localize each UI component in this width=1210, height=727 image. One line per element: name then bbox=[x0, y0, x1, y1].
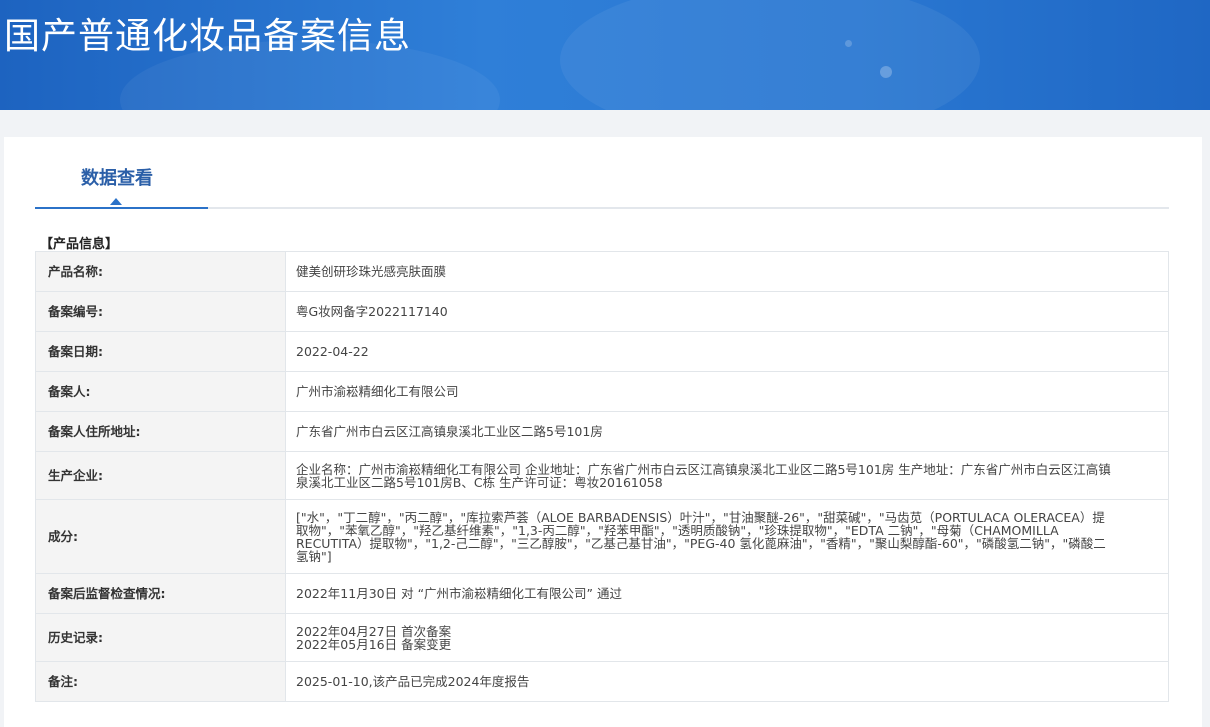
table-row: 备案日期: 2022-04-22 bbox=[35, 331, 1169, 372]
content-card: 数据查看 【产品信息】 产品名称: 健美创研珍珠光感亮肤面膜 备案编号: 粤G妆… bbox=[4, 137, 1202, 727]
row-value: 企业名称：广州市渝崧精细化工有限公司 企业地址：广东省广州市白云区江高镇泉溪北工… bbox=[285, 451, 1169, 500]
row-value: 广东省广州市白云区江高镇泉溪北工业区二路5号101房 bbox=[285, 411, 1169, 452]
row-value: 2022-04-22 bbox=[285, 331, 1169, 372]
product-info-table: 产品名称: 健美创研珍珠光感亮肤面膜 备案编号: 粤G妆网备字202211714… bbox=[35, 251, 1169, 702]
table-row: 成分: ["水"，"丁二醇"，"丙二醇"，"库拉索芦荟（ALOE BARBADE… bbox=[35, 499, 1169, 574]
tab-bar: 数据查看 bbox=[35, 137, 1169, 209]
table-row: 历史记录: 2022年04月27日 首次备案 2022年05月16日 备案变更 bbox=[35, 613, 1169, 662]
table-row: 备案人: 广州市渝崧精细化工有限公司 bbox=[35, 371, 1169, 412]
table-row: 产品名称: 健美创研珍珠光感亮肤面膜 bbox=[35, 251, 1169, 292]
page-title: 国产普通化妆品备案信息 bbox=[4, 16, 412, 57]
row-label: 备案人: bbox=[35, 371, 286, 412]
row-label: 备案编号: bbox=[35, 291, 286, 332]
tab-active-indicator-icon bbox=[110, 198, 122, 205]
row-label: 备案人住所地址: bbox=[35, 411, 286, 452]
table-row: 备案后监督检查情况: 2022年11月30日 对 “广州市渝崧精细化工有限公司”… bbox=[35, 573, 1169, 614]
row-value: 粤G妆网备字2022117140 bbox=[285, 291, 1169, 332]
row-label: 备案日期: bbox=[35, 331, 286, 372]
row-label: 生产企业: bbox=[35, 451, 286, 500]
row-label: 备案后监督检查情况: bbox=[35, 573, 286, 614]
tab-label: 数据查看 bbox=[81, 168, 153, 189]
banner-decoration bbox=[845, 40, 852, 47]
row-value: 健美创研珍珠光感亮肤面膜 bbox=[285, 251, 1169, 292]
history-entry: 2022年04月27日 首次备案 bbox=[296, 623, 452, 639]
table-row: 生产企业: 企业名称：广州市渝崧精细化工有限公司 企业地址：广东省广州市白云区江… bbox=[35, 451, 1169, 500]
row-label: 历史记录: bbox=[35, 613, 286, 662]
row-value: 2025-01-10,该产品已完成2024年度报告 bbox=[285, 661, 1169, 702]
banner-decoration bbox=[560, 0, 980, 110]
banner-decoration bbox=[880, 66, 892, 78]
row-value: 2022年04月27日 首次备案 2022年05月16日 备案变更 bbox=[285, 613, 1169, 662]
history-entry: 2022年05月16日 备案变更 bbox=[296, 636, 452, 652]
header-banner: 国产普通化妆品备案信息 bbox=[0, 0, 1210, 110]
row-label: 备注: bbox=[35, 661, 286, 702]
section-title: 【产品信息】 bbox=[40, 237, 119, 252]
row-value: ["水"，"丁二醇"，"丙二醇"，"库拉索芦荟（ALOE BARBADENSIS… bbox=[285, 499, 1169, 574]
row-label: 成分: bbox=[35, 499, 286, 574]
table-row: 备案编号: 粤G妆网备字2022117140 bbox=[35, 291, 1169, 332]
row-value: 2022年11月30日 对 “广州市渝崧精细化工有限公司” 通过 bbox=[285, 573, 1169, 614]
tab-data-view[interactable]: 数据查看 bbox=[35, 137, 208, 209]
table-row: 备案人住所地址: 广东省广州市白云区江高镇泉溪北工业区二路5号101房 bbox=[35, 411, 1169, 452]
table-row: 备注: 2025-01-10,该产品已完成2024年度报告 bbox=[35, 661, 1169, 702]
row-label: 产品名称: bbox=[35, 251, 286, 292]
row-value: 广州市渝崧精细化工有限公司 bbox=[285, 371, 1169, 412]
